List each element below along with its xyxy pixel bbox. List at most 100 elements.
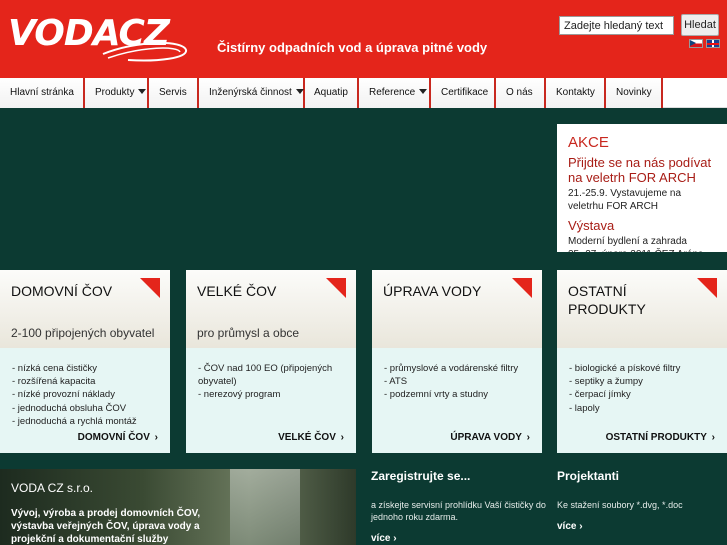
company-description: Vývoj, výroba a prodej domovních ČOV, vý… — [11, 508, 201, 545]
nav-item-hlavni-stranka[interactable]: Hlavní stránka — [0, 78, 85, 108]
list-item: - jednoduchá a rychlá montáž — [12, 415, 137, 427]
nav-label: Produkty — [95, 87, 135, 98]
caret-down-icon — [138, 89, 147, 94]
list-item: - nerezový program — [198, 389, 281, 401]
card-header: ÚPRAVA VODY — [372, 270, 542, 348]
card-list: - biologické a pískové filtry - septiky … — [569, 362, 717, 415]
card-title: VELKÉ ČOV — [197, 283, 277, 299]
card-more-label: VELKÉ ČOV — [278, 432, 336, 443]
corner-arrow-icon — [140, 278, 160, 298]
list-item: obyvatel) — [198, 376, 237, 388]
list-item: - biologické a pískové filtry — [569, 363, 681, 374]
more-label: více — [557, 521, 577, 532]
nav-label: Aquatip — [314, 87, 348, 98]
projektanti-box: Projektanti Ke stažení soubory *.dvg, *.… — [557, 469, 727, 532]
nav-item-o-nas[interactable]: O nás — [496, 78, 546, 108]
card-subtitle: pro průmysl a obce — [197, 326, 300, 340]
list-item: - jednoduchá obsluha ČOV — [12, 402, 127, 414]
card-header: DOMOVNÍ ČOV 2-100 připojených obyvatel — [0, 270, 170, 348]
search-button[interactable]: Hledat — [681, 14, 719, 36]
nav-item-servis[interactable]: Servis — [149, 78, 199, 108]
card-more-label: ÚPRAVA VODY — [450, 432, 522, 443]
list-item: - ATS — [384, 376, 408, 388]
akce-item-text: Moderní bydlení a zahrada 25.-27. února … — [568, 236, 703, 252]
nav-label: O nás — [506, 87, 533, 98]
nav-label: Kontakty — [556, 87, 595, 98]
akce-item-link[interactable]: Přijdte se na nás podívat na veletrh FOR… — [568, 155, 716, 185]
list-item: - nízká cena čističky — [12, 363, 97, 374]
nav-label: Inženýrská činnost — [209, 87, 292, 98]
chevron-right-icon: › — [151, 432, 158, 443]
card-velke-cov[interactable]: VELKÉ ČOV pro průmysl a obce - ČOV nad 1… — [186, 270, 356, 453]
register-box: Zaregistrujte se... a získejte servisní … — [371, 469, 546, 544]
search-input[interactable] — [559, 16, 674, 35]
header: VODACZ Čistírny odpadních vod a úprava p… — [0, 0, 727, 78]
main-nav: Hlavní stránka Produkty Servis Inženýrsk… — [0, 78, 727, 108]
chevron-right-icon: › — [708, 432, 715, 443]
card-title: ÚPRAVA VODY — [383, 283, 482, 299]
card-header: VELKÉ ČOV pro průmysl a obce — [186, 270, 356, 348]
card-list: - ČOV nad 100 EO (připojených obyvatel) … — [198, 362, 346, 402]
card-subtitle: 2-100 připojených obyvatel — [11, 326, 155, 340]
card-more-link[interactable]: VELKÉ ČOV › — [278, 432, 344, 443]
card-domovni-cov[interactable]: DOMOVNÍ ČOV 2-100 připojených obyvatel -… — [0, 270, 170, 453]
list-item: - septiky a žumpy — [569, 376, 643, 388]
register-title[interactable]: Zaregistrujte se... — [371, 469, 546, 483]
chevron-right-icon: › — [390, 533, 397, 544]
card-ostatni-produkty[interactable]: OSTATNÍ PRODUKTY - biologické a pískové … — [557, 270, 727, 453]
nav-item-kontakty[interactable]: Kontakty — [546, 78, 606, 108]
czech-flag-icon[interactable] — [689, 39, 703, 48]
akce-panel: AKCE Přijdte se na nás podívat na veletr… — [557, 124, 727, 252]
card-list: - nízká cena čističky - rozšířená kapaci… — [12, 362, 160, 428]
list-item: - rozšířená kapacita — [12, 376, 96, 388]
chevron-right-icon: › — [576, 521, 583, 532]
list-item: - nízké provozní náklady — [12, 389, 115, 401]
projektanti-text: Ke stažení soubory *.dvg, *.doc — [557, 500, 683, 510]
card-uprava-vody[interactable]: ÚPRAVA VODY - průmyslové a vodárenské fi… — [372, 270, 542, 453]
list-item: - ČOV nad 100 EO (připojených — [198, 363, 333, 374]
card-more-link[interactable]: ÚPRAVA VODY › — [450, 432, 530, 443]
chevron-right-icon: › — [523, 432, 530, 443]
card-body: - nízká cena čističky - rozšířená kapaci… — [0, 348, 170, 453]
nav-item-certifikace[interactable]: Certifikace — [431, 78, 496, 108]
akce-item-link[interactable]: Výstava — [568, 218, 716, 233]
corner-arrow-icon — [697, 278, 717, 298]
list-item: - průmyslové a vodárenské filtry — [384, 363, 519, 374]
card-more-link[interactable]: DOMOVNÍ ČOV › — [78, 432, 158, 443]
akce-title: AKCE — [568, 134, 609, 151]
nav-label: Novinky — [616, 87, 652, 98]
card-body: - biologické a pískové filtry - septiky … — [557, 348, 727, 453]
card-more-label: DOMOVNÍ ČOV — [77, 432, 150, 443]
list-item: - lapoly — [569, 402, 600, 414]
english-flag-icon[interactable] — [706, 39, 720, 48]
register-text: a získejte servisní prohlídku Vaší čisti… — [371, 500, 546, 522]
projektanti-more-link[interactable]: více › — [557, 521, 727, 532]
company-photo-banner: VODA CZ s.r.o. Vývoj, výroba a prodej do… — [0, 469, 356, 545]
corner-arrow-icon — [326, 278, 346, 298]
nav-item-novinky[interactable]: Novinky — [606, 78, 663, 108]
nav-item-produkty[interactable]: Produkty — [85, 78, 149, 108]
caret-down-icon — [295, 89, 304, 94]
more-label: více — [371, 533, 391, 544]
card-more-link[interactable]: OSTATNÍ PRODUKTY › — [606, 432, 715, 443]
register-more-link[interactable]: více › — [371, 533, 546, 544]
logo[interactable]: VODACZ — [8, 12, 193, 64]
nav-label: Hlavní stránka — [10, 87, 74, 98]
caret-down-icon — [419, 89, 428, 94]
card-more-label: OSTATNÍ PRODUKTY — [605, 432, 707, 443]
list-item: - čerpací jímky — [569, 389, 631, 401]
nav-item-aquatip[interactable]: Aquatip — [305, 78, 359, 108]
projektanti-title[interactable]: Projektanti — [557, 469, 727, 483]
list-item: - podzemní vrty a studny — [384, 389, 489, 401]
card-body: - průmyslové a vodárenské filtry - ATS -… — [372, 348, 542, 453]
corner-arrow-icon — [512, 278, 532, 298]
card-body: - ČOV nad 100 EO (připojených obyvatel) … — [186, 348, 356, 453]
card-title: DOMOVNÍ ČOV — [11, 283, 113, 299]
tagline: Čistírny odpadních vod a úprava pitné vo… — [217, 40, 488, 55]
nav-item-reference[interactable]: Reference — [359, 78, 431, 108]
logo-swoosh-icon — [102, 42, 187, 62]
akce-item-text: 21.-25.9. Vystavujeme na veletrhu FOR AR… — [568, 188, 682, 212]
nav-label: Certifikace — [441, 87, 489, 98]
nav-item-inzenyrska-cinnost[interactable]: Inženýrská činnost — [199, 78, 305, 108]
card-list: - průmyslové a vodárenské filtry - ATS -… — [384, 362, 532, 402]
